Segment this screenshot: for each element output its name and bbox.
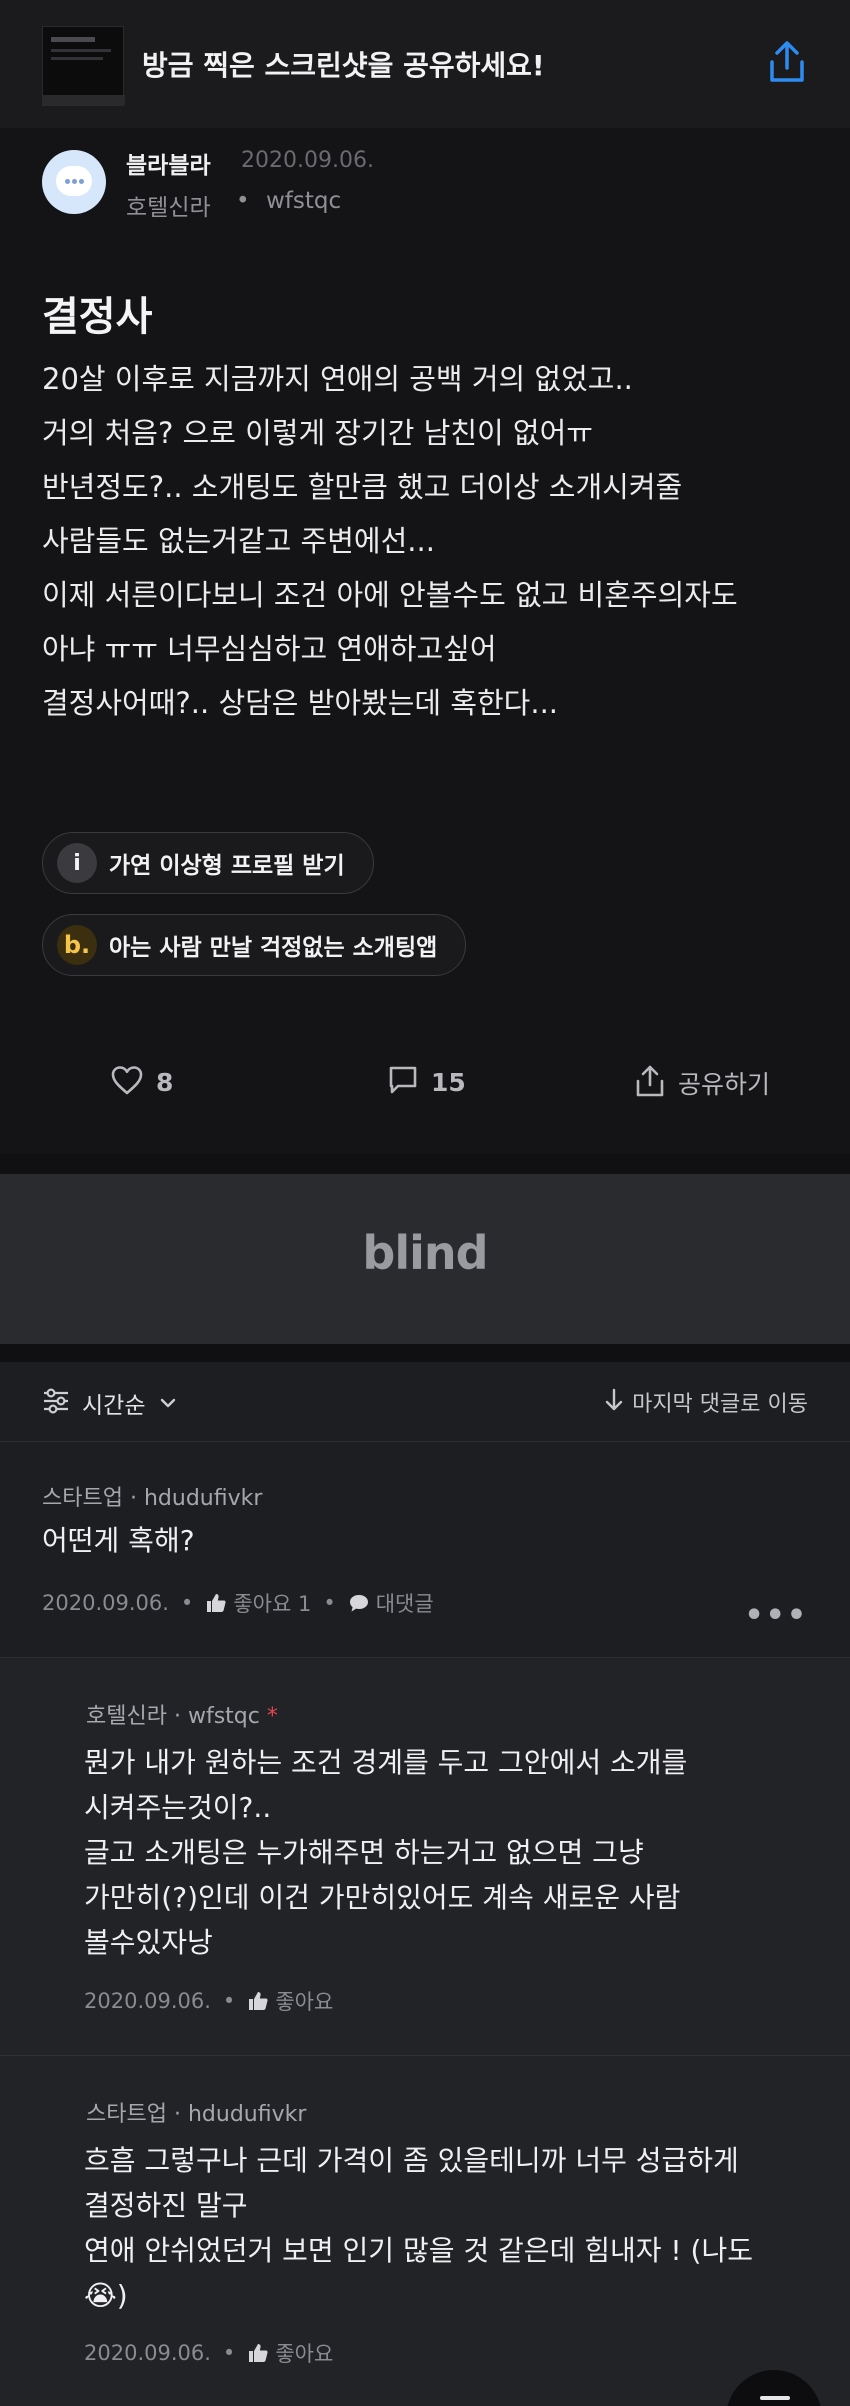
sliders-icon xyxy=(42,1388,70,1418)
post-body: 20살 이후로 지금까지 연애의 공백 거의 없었고.. 거의 처음? 으로 이… xyxy=(42,352,832,730)
post-author: 블라블라 xyxy=(126,153,211,179)
thumbs-up-icon[interactable] xyxy=(205,1592,227,1614)
reply-meta: 호텔신라 · wfstqc * xyxy=(86,1698,278,1730)
post-line: 이제 서른이다보니 조건 아에 안볼수도 없고 비혼주의자도 xyxy=(42,578,738,612)
ad-chip-dating-app[interactable]: b. 아는 사람 만날 걱정없는 소개팅앱 xyxy=(42,914,467,976)
post-author-mark: * xyxy=(266,1704,278,1729)
jump-label: 마지막 댓글로 이동 xyxy=(632,1392,808,1417)
reply-bubble-icon xyxy=(348,1592,370,1614)
post-line: 거의 처음? 으로 이렇게 장기간 남친이 없어ㅠ xyxy=(42,416,593,450)
chevron-down-icon xyxy=(159,1397,177,1409)
post-company[interactable]: 호텔신라 xyxy=(126,188,211,222)
screenshot-share-bar: 방금 찍은 스크린샷을 공유하세요! xyxy=(0,0,850,128)
like-button[interactable]: 8 xyxy=(110,1064,173,1100)
comment-user-id: hdudufivkr xyxy=(143,1486,263,1511)
comment-footer: 2020.09.06. • 좋아요 1 • 대댓글 xyxy=(42,1588,434,1618)
reply-line: 연애 안쉬었던거 보면 인기 많을 것 같은데 힘내자 ! (나도 xyxy=(84,2234,753,2267)
jump-to-last-comment[interactable]: 마지막 댓글로 이동 xyxy=(604,1386,808,1418)
comment-text: 어떤게 혹해? xyxy=(42,1524,195,1557)
reply-label[interactable]: 대댓글 xyxy=(376,1588,434,1618)
blind-logo: blind xyxy=(362,1226,488,1280)
reply-line: 시켜주는것이?.. xyxy=(84,1791,272,1824)
share-prompt-title: 방금 찍은 스크린샷을 공유하세요! xyxy=(142,49,545,82)
reply-line: 글고 소개팅은 누가해주면 하는거고 없으면 그냥 xyxy=(84,1836,644,1869)
like-label[interactable]: 좋아요 1 xyxy=(233,1588,311,1618)
thumbs-up-icon[interactable] xyxy=(247,2342,269,2364)
like-label[interactable]: 좋아요 xyxy=(275,1986,333,2016)
share-icon xyxy=(634,1064,666,1102)
meta-separator: · xyxy=(129,1486,137,1511)
share-icon[interactable] xyxy=(766,40,808,86)
info-icon: i xyxy=(57,843,97,883)
sort-label: 시간순 xyxy=(82,1393,146,1419)
post-line: 결정사어때?.. 상담은 받아봤는데 혹한다... xyxy=(42,686,559,720)
reply-company[interactable]: 스타트업 xyxy=(86,2102,167,2127)
reply-footer: 2020.09.06. • 좋아요 xyxy=(84,2338,333,2368)
reply-line: 뭔가 내가 원하는 조건 경계를 두고 그안에서 소개를 xyxy=(84,1746,688,1779)
ad-chip-label: 가연 이상형 프로필 받기 xyxy=(109,853,345,879)
reply-date: 2020.09.06. xyxy=(84,2341,211,2365)
share-button[interactable]: 공유하기 xyxy=(634,1064,770,1102)
reply-user-id: hdudufivkr xyxy=(187,2102,307,2127)
post-actions: 8 15 공유하기 xyxy=(0,1046,850,1120)
ad-chip-label: 아는 사람 만날 걱정없는 소개팅앱 xyxy=(109,935,438,961)
arrow-down-icon xyxy=(604,1387,624,1417)
comment-count: 15 xyxy=(431,1067,466,1097)
divider xyxy=(0,1344,850,1362)
heart-icon xyxy=(110,1064,144,1100)
sort-dropdown[interactable]: 시간순 xyxy=(42,1386,177,1420)
reply-line: 결정하진 말구 xyxy=(84,2189,248,2222)
share-label: 공유하기 xyxy=(678,1070,771,1099)
ad-banner[interactable]: blind xyxy=(0,1174,850,1344)
divider xyxy=(0,1154,850,1174)
post-user-id: wfstqc xyxy=(266,188,342,214)
fab-icon xyxy=(760,2396,790,2400)
reply-text: 뭔가 내가 원하는 조건 경계를 두고 그안에서 소개를 시켜주는것이?.. 글… xyxy=(84,1740,687,1965)
reply-footer: 2020.09.06. • 좋아요 xyxy=(84,1986,333,2016)
avatar xyxy=(42,150,106,214)
post-line: 아냐 ㅠㅠ 너무심심하고 연애하고싶어 xyxy=(42,632,497,666)
post-line: 반년정도?.. 소개팅도 할만큼 했고 더이상 소개시켜줄 xyxy=(42,470,683,504)
post-title: 결정사 xyxy=(42,294,153,340)
like-count: 8 xyxy=(156,1067,174,1097)
comment-company[interactable]: 스타트업 xyxy=(42,1486,123,1511)
meta-separator: • xyxy=(236,188,250,214)
post-line: 20살 이후로 지금까지 연애의 공백 거의 없었고.. xyxy=(42,362,633,396)
brand-b-icon: b. xyxy=(57,925,97,965)
reply-line: 볼수있자낭 xyxy=(84,1926,213,1959)
screenshot-thumbnail[interactable] xyxy=(42,26,125,106)
post-line: 사람들도 없는거같고 주변에선... xyxy=(42,524,435,558)
comment-sort-bar: 시간순 마지막 댓글로 이동 xyxy=(0,1362,850,1442)
reply-line: 흐흠 그렇구나 근데 가격이 좀 있을테니까 너무 성급하게 xyxy=(84,2144,739,2177)
thumbs-up-icon[interactable] xyxy=(247,1990,269,2012)
comment-icon xyxy=(387,1064,419,1100)
more-options-icon[interactable]: ••• xyxy=(744,1598,808,1633)
meta-separator: · xyxy=(173,1704,181,1729)
reply-user-id: wfstqc xyxy=(187,1704,260,1729)
reply-line: 가만히(?)인데 이건 가만히있어도 계속 새로운 사람 xyxy=(84,1881,681,1914)
reply-line: 😭) xyxy=(84,2279,128,2312)
comment-meta: 스타트업 · hdudufivkr xyxy=(42,1480,262,1512)
ad-chip-profile[interactable]: i 가연 이상형 프로필 받기 xyxy=(42,832,374,894)
post-date: 2020.09.06. xyxy=(241,148,374,173)
meta-separator: · xyxy=(173,2102,181,2127)
comment-date: 2020.09.06. xyxy=(42,1591,169,1615)
reply-meta: 스타트업 · hdudufivkr xyxy=(86,2096,306,2128)
reply-date: 2020.09.06. xyxy=(84,1989,211,2013)
reply-text: 흐흠 그렇구나 근데 가격이 좀 있을테니까 너무 성급하게 결정하진 말구 연… xyxy=(84,2138,753,2318)
reply-company[interactable]: 호텔신라 xyxy=(86,1704,167,1729)
like-label[interactable]: 좋아요 xyxy=(275,2338,333,2368)
comment-button[interactable]: 15 xyxy=(387,1064,466,1100)
